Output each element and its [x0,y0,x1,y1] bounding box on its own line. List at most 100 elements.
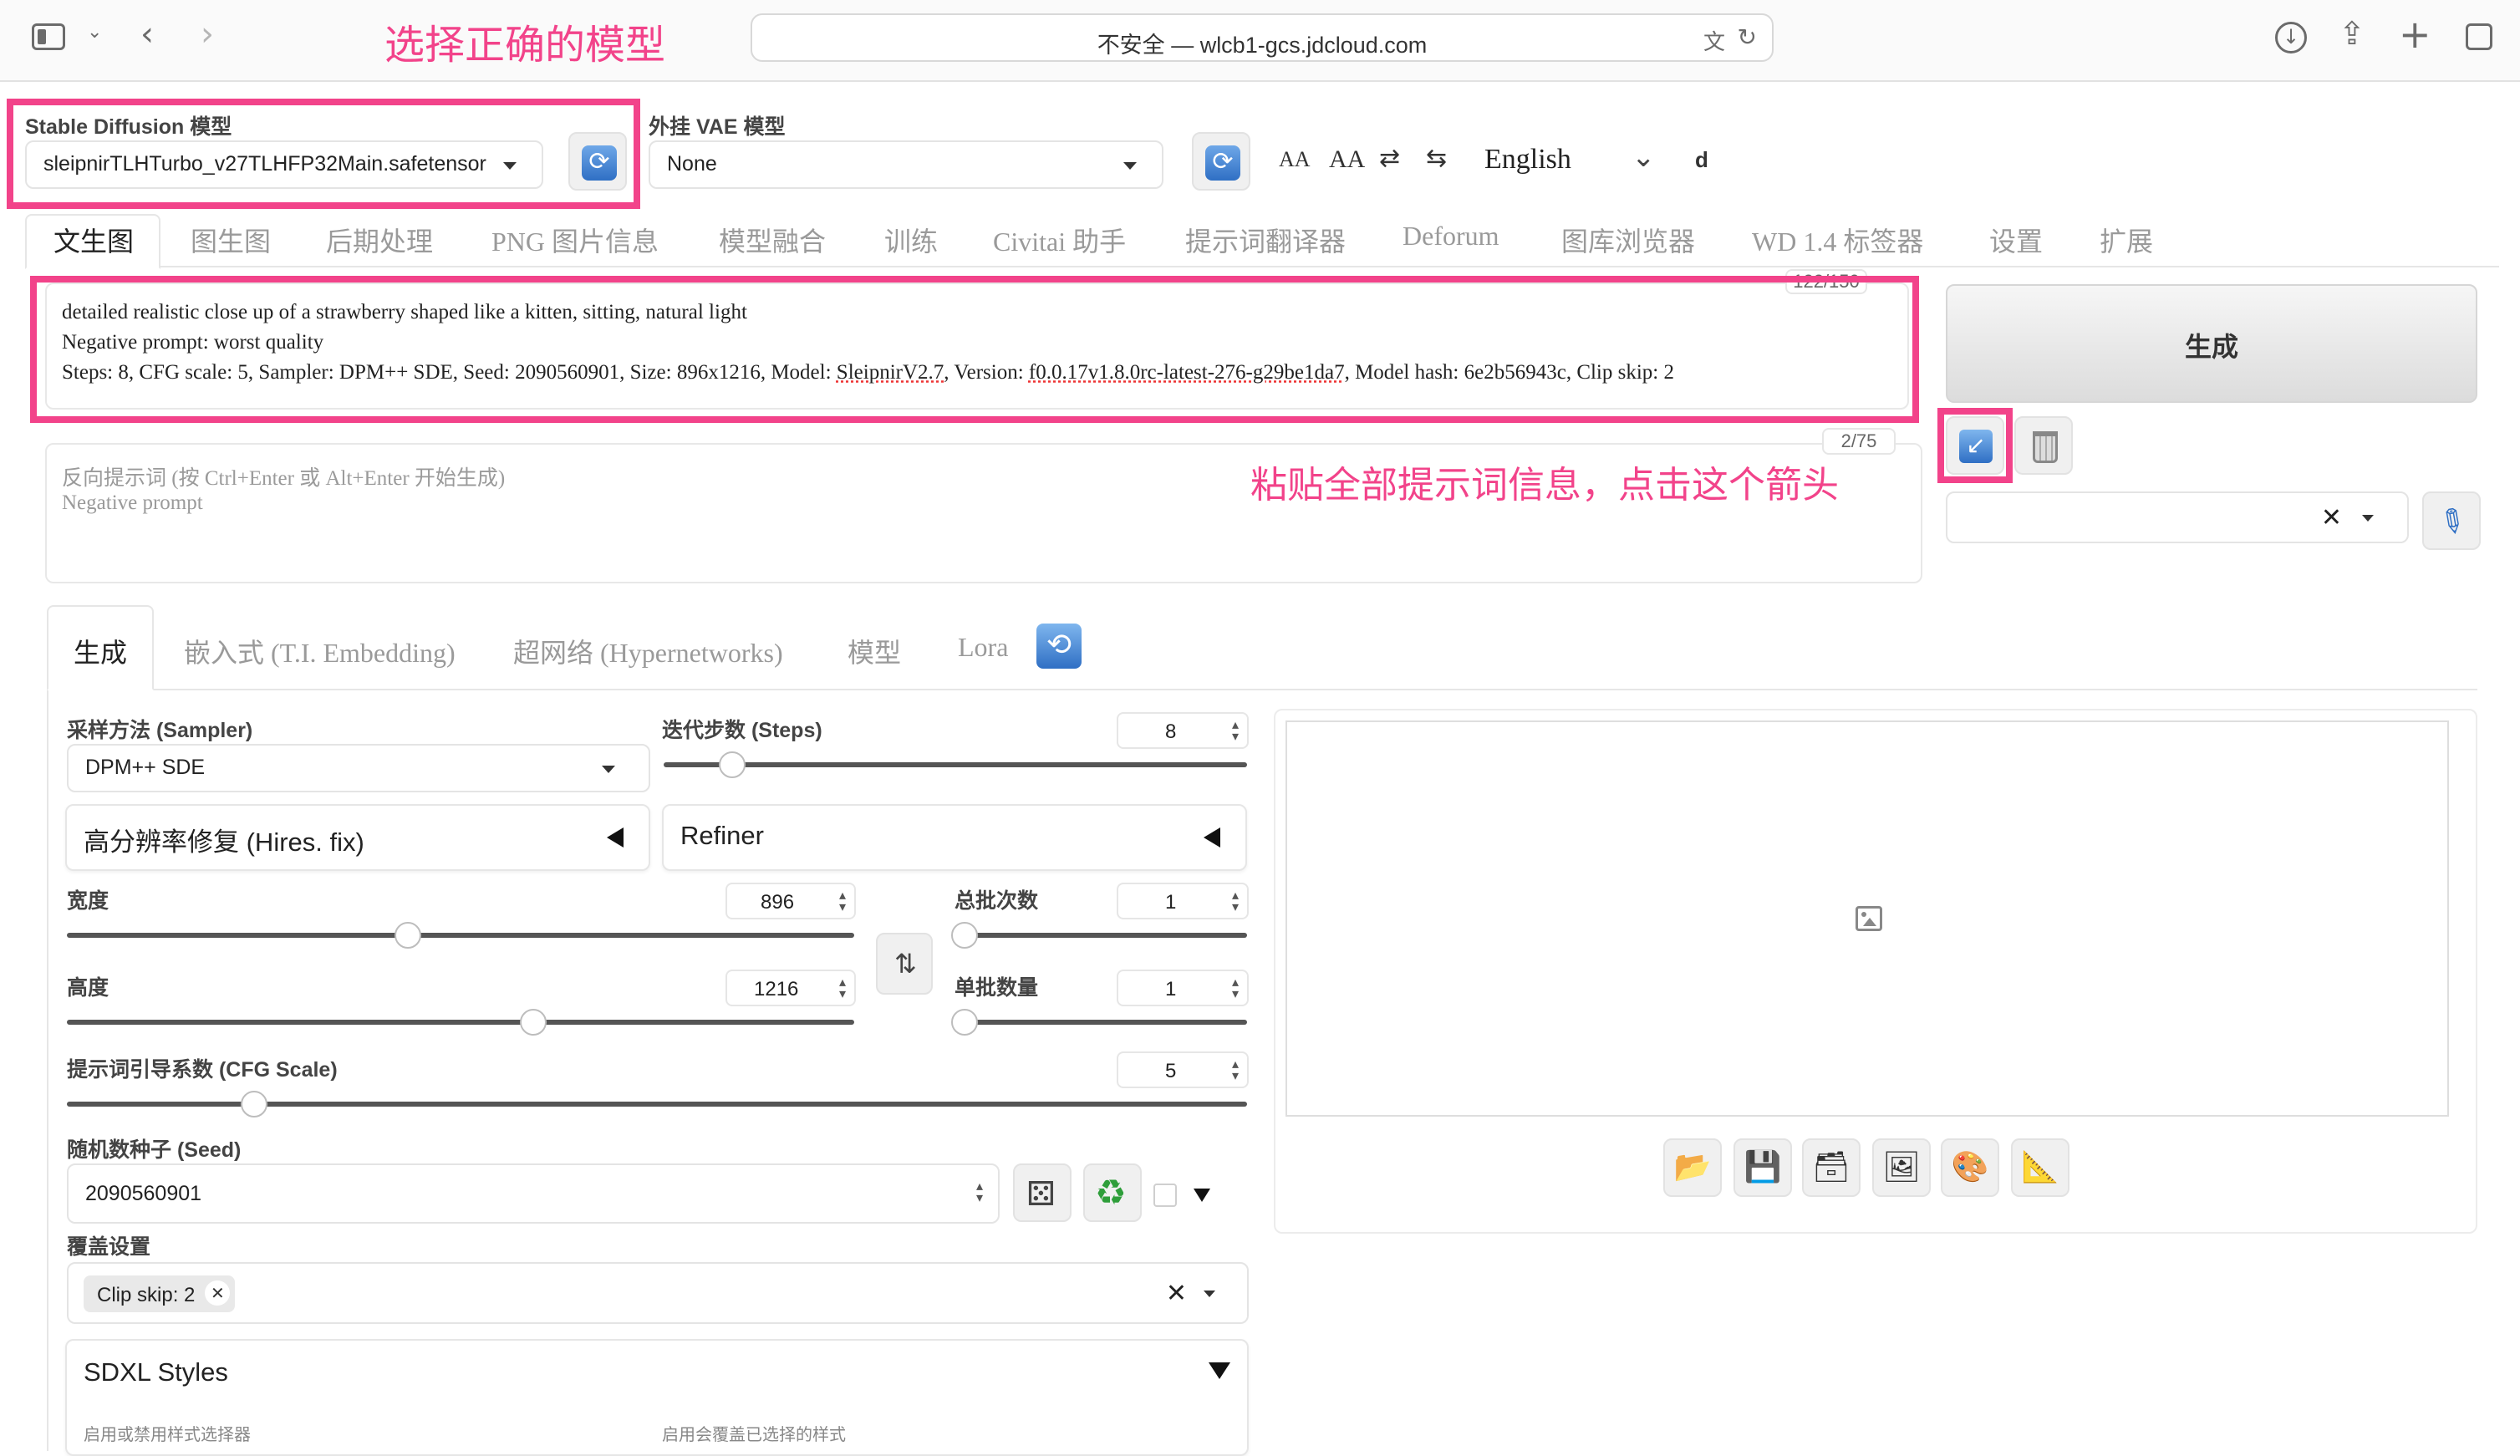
generate-label: 生成 [2184,332,2238,362]
batch-count-slider-thumb[interactable] [951,922,978,949]
steps-slider-thumb[interactable] [718,751,746,778]
steps-input[interactable]: 8 ▴ ▾ [1117,712,1249,749]
cfg-slider-thumb[interactable] [240,1091,267,1117]
tab-gallery[interactable]: 图库浏览器 [1561,221,1695,259]
tab-train[interactable]: 训练 [884,221,938,259]
hires-fix-accordion[interactable]: 高分辨率修复 (Hires. fix) [65,804,650,871]
font-size-small-button[interactable]: AA [1279,147,1311,172]
back-icon[interactable]: ‹ [140,15,154,53]
height-input[interactable]: 1216 ▴ ▾ [725,970,856,1006]
steps-label: 迭代步数 (Steps) [662,719,822,742]
forward-icon[interactable]: › [201,15,214,53]
tab-translator[interactable]: 提示词翻译器 [1185,221,1346,259]
language-select[interactable]: English ⌄ [1481,140,1707,182]
stepper-icon[interactable]: ▴ ▾ [1232,888,1239,914]
stepper-icon[interactable]: ▴ ▾ [1232,718,1239,743]
steps-slider-track[interactable] [664,762,1247,767]
reload-icon[interactable]: ↻ [1738,23,1757,51]
cfg-value: 5 [1165,1060,1177,1082]
browser-toolbar: ⌄ ‹ › 不安全 — wlcb1-gcs.jdcloud.com 文 ↻ ↓ … [0,0,2520,82]
negative-placeholder-1: 反向提示词 (按 Ctrl+Enter 或 Alt+Enter 开始生成) [62,467,506,490]
sampler-value: DPM++ SDE [85,756,206,779]
batch-size-value: 1 [1165,978,1177,1000]
generate-button[interactable]: 生成 [1946,284,2477,403]
save-button[interactable]: 💾 [1733,1138,1792,1197]
cfg-input[interactable]: 5 ▴ ▾ [1117,1051,1249,1088]
override-chip[interactable]: Clip skip: 2 ✕ Clip skip: 2 [84,1275,236,1312]
output-image-area [1285,720,2449,1117]
stepper-icon[interactable]: ▴ ▾ [839,888,846,914]
override-settings-dropdown[interactable]: Clip skip: 2 ✕ Clip skip: 2 ✕ [67,1262,1249,1324]
translate-icon[interactable]: 文 [1703,25,1725,56]
sdxl-styles-accordion[interactable]: SDXL Styles 启用或禁用样式选择器 启用会覆盖已选择的样式 [65,1339,1249,1456]
sidebar-toggle-icon[interactable] [32,23,65,50]
swap-alt-icon[interactable]: ⇆ [1426,144,1447,173]
sdxl-toggle-hint: 启用或禁用样式选择器 [84,1426,251,1444]
address-bar[interactable]: 不安全 — wlcb1-gcs.jdcloud.com 文 ↻ [751,13,1774,62]
paintbrush-icon: ✎ [2431,498,2474,545]
tabs-overview-icon[interactable] [2466,23,2492,50]
stepper-icon[interactable]: ▴ ▾ [1232,1057,1239,1082]
extra-seed-checkbox[interactable] [1153,1184,1177,1207]
edit-styles-button[interactable]: ✎ [2422,491,2481,550]
tab-merge[interactable]: 模型融合 [719,221,826,259]
batch-size-slider-thumb[interactable] [951,1009,978,1036]
share-icon[interactable]: ⇪ [2339,15,2365,52]
subtab-generation[interactable]: 生成 [74,632,127,670]
width-slider-thumb[interactable] [394,922,421,949]
tab-settings[interactable]: 设置 [1989,221,2043,259]
tab-deforum[interactable]: Deforum [1403,221,1499,252]
width-slider-track[interactable] [67,933,854,938]
tab-txt2img[interactable]: 文生图 [53,221,134,259]
batch-count-slider-track[interactable] [955,933,1247,938]
stepper-icon[interactable]: ▴ ▾ [1232,975,1239,1000]
chevron-down-icon[interactable]: ⌄ [87,22,102,43]
swap-icon[interactable]: ⇄ [1379,144,1400,173]
send-to-inpaint-button[interactable]: 🎨 [1941,1138,1999,1197]
download-icon[interactable]: ↓ [2275,22,2307,53]
sampler-dropdown[interactable]: DPM++ SDE [67,744,650,792]
subtab-embedding[interactable]: 嵌入式 (T.I. Embedding) [184,632,456,670]
font-size-large-button[interactable]: AA [1329,145,1365,174]
subtab-lora[interactable]: Lora [958,632,1008,663]
batch-size-input[interactable]: 1 ▴ ▾ [1117,970,1249,1006]
tab-extras[interactable]: 后期处理 [326,221,433,259]
open-folder-button[interactable]: 📂 [1663,1138,1722,1197]
vae-model-dropdown[interactable]: None [649,140,1163,189]
swap-vertical-icon: ⇅ [894,948,917,980]
tab-png-info[interactable]: PNG 图片信息 [491,221,659,259]
swap-dimensions-button[interactable]: ⇅ [876,933,933,995]
random-seed-button[interactable]: ⚄ [1013,1163,1072,1222]
send-to-extras-button[interactable]: 📐 [2011,1138,2069,1197]
framed-picture-icon: 🖼 [1882,1150,1921,1184]
subtab-hypernetworks[interactable]: 超网络 (Hypernetworks) [513,632,783,670]
tab-civitai[interactable]: Civitai 助手 [993,221,1126,259]
seed-label: 随机数种子 (Seed) [67,1138,242,1162]
clear-prompt-button[interactable] [2014,416,2073,475]
chevron-down-icon [1204,1291,1215,1297]
stepper-icon[interactable]: ▴ ▾ [976,1179,983,1204]
send-to-img2img-button[interactable]: 🖼 [1872,1138,1931,1197]
chip-remove-icon[interactable]: ✕ [205,1280,231,1306]
zip-button[interactable]: 🗃 [1802,1138,1861,1197]
clear-icon[interactable]: ✕ [1166,1279,1187,1308]
batch-size-slider-track[interactable] [955,1020,1247,1025]
seed-input[interactable]: 2090560901 ▴ ▾ [67,1163,1000,1224]
tab-extensions[interactable]: 扩展 [2100,221,2153,259]
extra-seed-expand-icon[interactable] [1194,1189,1210,1202]
stepper-icon[interactable]: ▴ ▾ [839,975,846,1000]
refresh-networks-icon[interactable]: ⟲ [1036,624,1082,669]
batch-count-input[interactable]: 1 ▴ ▾ [1117,883,1249,919]
new-tab-icon[interactable]: + [2399,12,2431,57]
tab-tagger[interactable]: WD 1.4 标签器 [1752,221,1923,259]
tab-img2img[interactable]: 图生图 [191,221,271,259]
height-slider-track[interactable] [67,1020,854,1025]
vae-model-refresh-button[interactable]: ⟳ [1192,132,1250,191]
subtab-checkpoints[interactable]: 模型 [848,632,901,670]
vae-model-label: 外挂 VAE 模型 [649,115,786,139]
styles-dropdown[interactable]: ✕ [1946,491,2409,543]
width-input[interactable]: 896 ▴ ▾ [725,883,856,919]
reuse-seed-button[interactable]: ♻ [1083,1163,1142,1222]
refiner-accordion[interactable]: Refiner [662,804,1247,871]
clear-icon[interactable]: ✕ [2321,503,2342,532]
